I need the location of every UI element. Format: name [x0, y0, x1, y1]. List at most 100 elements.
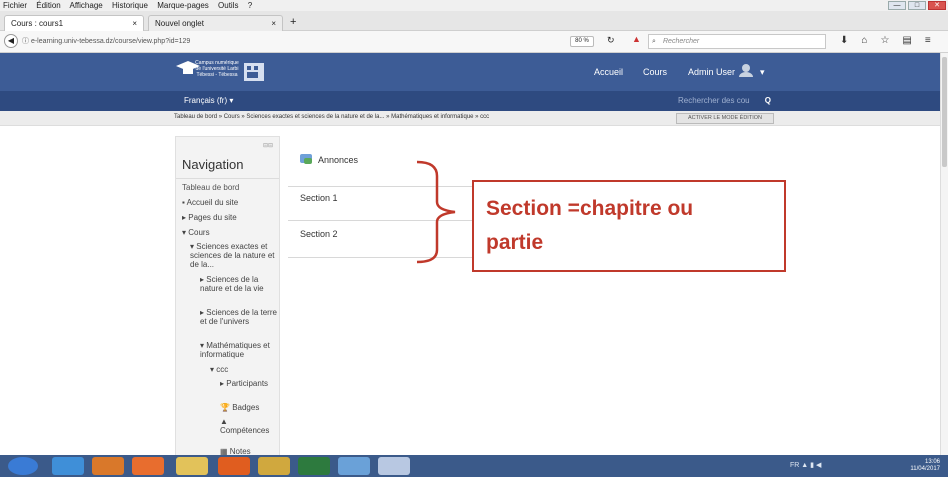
- nav-accueil[interactable]: Accueil: [594, 67, 623, 77]
- nav-sciences-nature[interactable]: ▸ Sciences de la nature et de la vie: [200, 275, 278, 293]
- bookmarks-icon[interactable]: ▤: [902, 35, 911, 46]
- tab-close-icon[interactable]: ×: [132, 16, 137, 31]
- network-icon[interactable]: ▲ ▮ ◀: [801, 462, 821, 469]
- scrollbar-thumb[interactable]: [942, 57, 947, 167]
- avatar-icon[interactable]: [738, 63, 754, 77]
- block-controls-icon[interactable]: ⊟⊟: [263, 142, 273, 149]
- home-icon[interactable]: ⌂: [861, 35, 867, 46]
- windows-taskbar: FR ▲ ▮ ◀ 13:06 11/04/2017: [0, 455, 948, 477]
- nav-cours[interactable]: ▾ Cours: [182, 228, 210, 237]
- nav-tableau-de-bord[interactable]: Tableau de bord: [182, 183, 239, 192]
- address-bar[interactable]: ⓘ e-learning.univ-tebessa.dz/course/view…: [22, 35, 562, 49]
- browser-search-input[interactable]: ⌕ Rechercher: [648, 34, 826, 49]
- breadcrumb-bar: Tableau de bord » Cours » Sciences exact…: [0, 111, 940, 126]
- zoom-level[interactable]: 80 %: [570, 36, 594, 47]
- back-arrow-icon[interactable]: ◀: [4, 34, 18, 48]
- nav-competences[interactable]: ▲ Compétences: [220, 417, 278, 435]
- menu-edition[interactable]: Édition: [36, 1, 60, 10]
- user-menu[interactable]: Admin User: [688, 67, 735, 77]
- browser-menubar: Fichier Édition Affichage Historique Mar…: [0, 0, 948, 11]
- forum-icon: [300, 154, 312, 164]
- annotation-line-1: Section =chapitre ou: [486, 197, 694, 220]
- annotation-box: Section =chapitre ou partie: [472, 180, 786, 272]
- visio-icon[interactable]: [338, 457, 370, 475]
- section-2-title[interactable]: Section 2: [300, 229, 338, 239]
- upload-icon[interactable]: ▲: [632, 34, 641, 44]
- menu-hamburger-icon[interactable]: ≡: [925, 35, 931, 46]
- tab-cours-label: Cours : cours1: [11, 19, 64, 28]
- tab-bar: Cours : cours1 × Nouvel onglet × +: [0, 11, 948, 31]
- menu-marque-pages[interactable]: Marque-pages: [157, 1, 209, 10]
- section-1-title[interactable]: Section 1: [300, 193, 338, 203]
- folder-icon[interactable]: [176, 457, 208, 475]
- competency-icon: ▲: [220, 417, 228, 426]
- search-icon: ⌕: [652, 38, 656, 45]
- nav-maths-info[interactable]: ▾ Mathématiques et informatique: [200, 341, 278, 359]
- window-controls: — □ ✕: [888, 1, 946, 10]
- nav-cours[interactable]: Cours: [643, 67, 667, 77]
- start-button-icon[interactable]: [8, 457, 38, 475]
- tab-cours[interactable]: Cours : cours1 ×: [4, 15, 144, 31]
- tray-language[interactable]: FR: [790, 462, 799, 469]
- new-tab-button[interactable]: +: [290, 16, 296, 28]
- menu-affichage[interactable]: Affichage: [70, 1, 103, 10]
- nav-maths-info-label: Mathématiques et informatique: [200, 341, 270, 359]
- firefox-icon[interactable]: [218, 457, 250, 475]
- minimize-button[interactable]: —: [888, 1, 906, 10]
- page-scrollbar[interactable]: [940, 53, 948, 455]
- nav-accueil-du-site[interactable]: ▪ Accueil du site: [182, 198, 238, 207]
- reload-icon[interactable]: ↻: [607, 35, 615, 46]
- app-swirl-icon[interactable]: [132, 457, 164, 475]
- download-icon[interactable]: ⬇: [840, 35, 848, 46]
- nav-sciences-exactes-label: Sciences exactes et sciences de la natur…: [190, 242, 275, 269]
- menu-historique[interactable]: Historique: [112, 1, 148, 10]
- nav-accueil-label: Accueil du site: [186, 198, 239, 207]
- language-selector[interactable]: Français (fr) ▾: [184, 96, 233, 105]
- menu-fichier[interactable]: Fichier: [3, 1, 27, 10]
- nav-sciences-terre[interactable]: ▸ Sciences de la terre et de l'univers: [200, 308, 278, 326]
- tab-close-icon[interactable]: ×: [271, 16, 276, 31]
- divider: [176, 178, 279, 179]
- search-icon[interactable]: Q: [765, 94, 771, 108]
- nav-pages-du-site[interactable]: ▸ Pages du site: [182, 213, 237, 222]
- site-logo[interactable]: Campus numérique de l'université Larbi T…: [172, 58, 272, 86]
- toolbar-icons: ⬇ ⌂ ☆ ▤ ≡: [840, 35, 931, 46]
- tab-nouvel-onglet[interactable]: Nouvel onglet ×: [148, 15, 283, 31]
- site-header: Campus numérique de l'université Larbi T…: [0, 53, 940, 91]
- clock-time: 13:06: [924, 459, 940, 465]
- nav-cours-label: Cours: [188, 228, 210, 237]
- edit-mode-button[interactable]: ACTIVER LE MODE ÉDITION: [676, 113, 774, 124]
- url-text: e-learning.univ-tebessa.dz/course/view.p…: [30, 38, 191, 45]
- course-search-placeholder: Rechercher des cou: [678, 96, 750, 105]
- nav-badges-label: Badges: [232, 403, 260, 412]
- paint-icon[interactable]: [258, 457, 290, 475]
- nav-participants-label: Participants: [226, 379, 269, 388]
- clock[interactable]: 13:06 11/04/2017: [910, 459, 940, 473]
- annotation-text: Section =chapitre ou partie: [486, 192, 693, 260]
- chevron-down-icon[interactable]: ▾: [760, 67, 765, 78]
- nav-participants[interactable]: ▸ Participants: [220, 379, 278, 388]
- announcements-link[interactable]: Annonces: [318, 155, 358, 165]
- bookmark-star-icon[interactable]: ☆: [880, 35, 889, 46]
- navigation-title: Navigation: [182, 157, 244, 172]
- trophy-icon: 🏆: [220, 403, 233, 412]
- outlook-icon[interactable]: [92, 457, 124, 475]
- nav-ccc[interactable]: ▾ ccc: [210, 365, 228, 374]
- site-logo-text: Campus numérique de l'université Larbi T…: [195, 60, 239, 78]
- language-bar: Français (fr) ▾ Rechercher des cou Q: [0, 91, 940, 111]
- nav-pages-label: Pages du site: [188, 213, 237, 222]
- nav-sciences-exactes[interactable]: ▾ Sciences exactes et sciences de la nat…: [190, 242, 278, 269]
- maximize-button[interactable]: □: [908, 1, 926, 10]
- menu-outils[interactable]: Outils: [218, 1, 238, 10]
- nav-ccc-label: ccc: [216, 365, 229, 374]
- close-window-button[interactable]: ✕: [928, 1, 946, 10]
- nav-sciences-terre-label: Sciences de la terre et de l'univers: [200, 308, 277, 326]
- word-doc-icon[interactable]: [378, 457, 410, 475]
- project-icon[interactable]: [298, 457, 330, 475]
- breadcrumb[interactable]: Tableau de bord » Cours » Sciences exact…: [174, 114, 489, 120]
- menu-help[interactable]: ?: [248, 1, 252, 10]
- nav-competences-label: Compétences: [220, 426, 270, 435]
- nav-badges[interactable]: 🏆 Badges: [220, 403, 259, 412]
- ie-icon[interactable]: [52, 457, 84, 475]
- course-search-input[interactable]: Rechercher des cou Q: [672, 94, 775, 108]
